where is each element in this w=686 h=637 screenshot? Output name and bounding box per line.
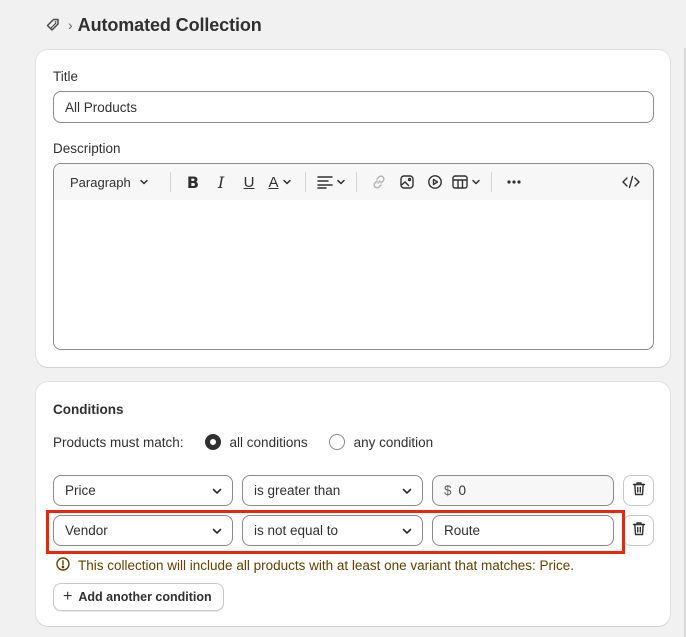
breadcrumb-separator: › bbox=[68, 17, 73, 33]
match-label: Products must match: bbox=[53, 434, 184, 450]
breadcrumb: › Automated Collection bbox=[44, 12, 262, 38]
match-type-group: Products must match: all conditions any … bbox=[53, 432, 433, 452]
link-icon[interactable] bbox=[365, 168, 393, 196]
title-input-value: All Products bbox=[65, 99, 138, 115]
radio-any-condition-label: any condition bbox=[353, 434, 434, 450]
toolbar-divider bbox=[491, 172, 492, 192]
condition-field-value: Price bbox=[65, 483, 96, 498]
bold-icon[interactable]: B bbox=[179, 168, 207, 196]
radio-all-conditions[interactable]: all conditions bbox=[204, 434, 308, 450]
page-title: Automated Collection bbox=[77, 14, 262, 35]
highlight-box bbox=[46, 510, 625, 554]
condition-value: 0 bbox=[458, 483, 467, 498]
toolbar-divider bbox=[305, 172, 306, 192]
add-condition-label: Add another condition bbox=[78, 590, 212, 604]
trash-icon bbox=[632, 481, 646, 501]
warning-icon bbox=[56, 557, 78, 574]
delete-condition-button[interactable] bbox=[623, 515, 654, 546]
italic-icon[interactable]: I bbox=[207, 168, 235, 196]
title-label: Title bbox=[53, 69, 79, 84]
plus-icon: + bbox=[63, 588, 73, 605]
table-icon[interactable] bbox=[449, 168, 483, 196]
chevron-down-icon bbox=[139, 175, 149, 190]
collection-tag-icon[interactable] bbox=[44, 16, 62, 34]
editor-content-area[interactable] bbox=[54, 200, 653, 349]
conditions-card: Conditions Products must match: all cond… bbox=[36, 382, 670, 626]
text-color-icon[interactable]: A bbox=[263, 168, 297, 196]
radio-selected-icon[interactable] bbox=[204, 434, 221, 450]
radio-unselected-icon[interactable] bbox=[328, 434, 345, 450]
conditions-heading: Conditions bbox=[53, 402, 124, 417]
radio-all-conditions-label: all conditions bbox=[229, 434, 308, 450]
trash-icon bbox=[632, 521, 646, 541]
condition-operator-select[interactable]: is greater than bbox=[242, 475, 423, 506]
align-icon[interactable] bbox=[314, 168, 348, 196]
format-select-value: Paragraph bbox=[70, 174, 131, 190]
code-icon[interactable] bbox=[617, 168, 645, 196]
chevron-down-icon bbox=[401, 485, 413, 500]
condition-operator-value: is greater than bbox=[254, 483, 341, 498]
video-icon[interactable] bbox=[421, 168, 449, 196]
format-select[interactable]: Paragraph bbox=[62, 168, 162, 196]
currency-prefix: $ bbox=[444, 483, 452, 498]
title-input[interactable]: All Products bbox=[53, 91, 654, 123]
chevron-down-icon bbox=[211, 485, 223, 500]
description-editor[interactable]: Paragraph B I U A bbox=[53, 163, 654, 350]
toolbar-divider bbox=[356, 172, 357, 192]
radio-any-condition[interactable]: any condition bbox=[328, 434, 434, 450]
editor-toolbar: Paragraph B I U A bbox=[54, 164, 653, 200]
image-icon[interactable] bbox=[393, 168, 421, 196]
condition-value-input[interactable]: $ 0 bbox=[432, 475, 614, 506]
description-label: Description bbox=[53, 141, 121, 156]
condition-field-select[interactable]: Price bbox=[53, 475, 233, 506]
more-icon[interactable] bbox=[500, 168, 528, 196]
add-condition-button[interactable]: + Add another condition bbox=[53, 583, 224, 611]
toolbar-divider bbox=[170, 172, 171, 192]
details-card: Title All Products Description Paragraph… bbox=[36, 50, 670, 367]
warning-message: This collection will include all product… bbox=[56, 557, 574, 574]
warning-text: This collection will include all product… bbox=[78, 558, 574, 573]
delete-condition-button[interactable] bbox=[623, 475, 654, 506]
underline-icon[interactable]: U bbox=[235, 168, 263, 196]
